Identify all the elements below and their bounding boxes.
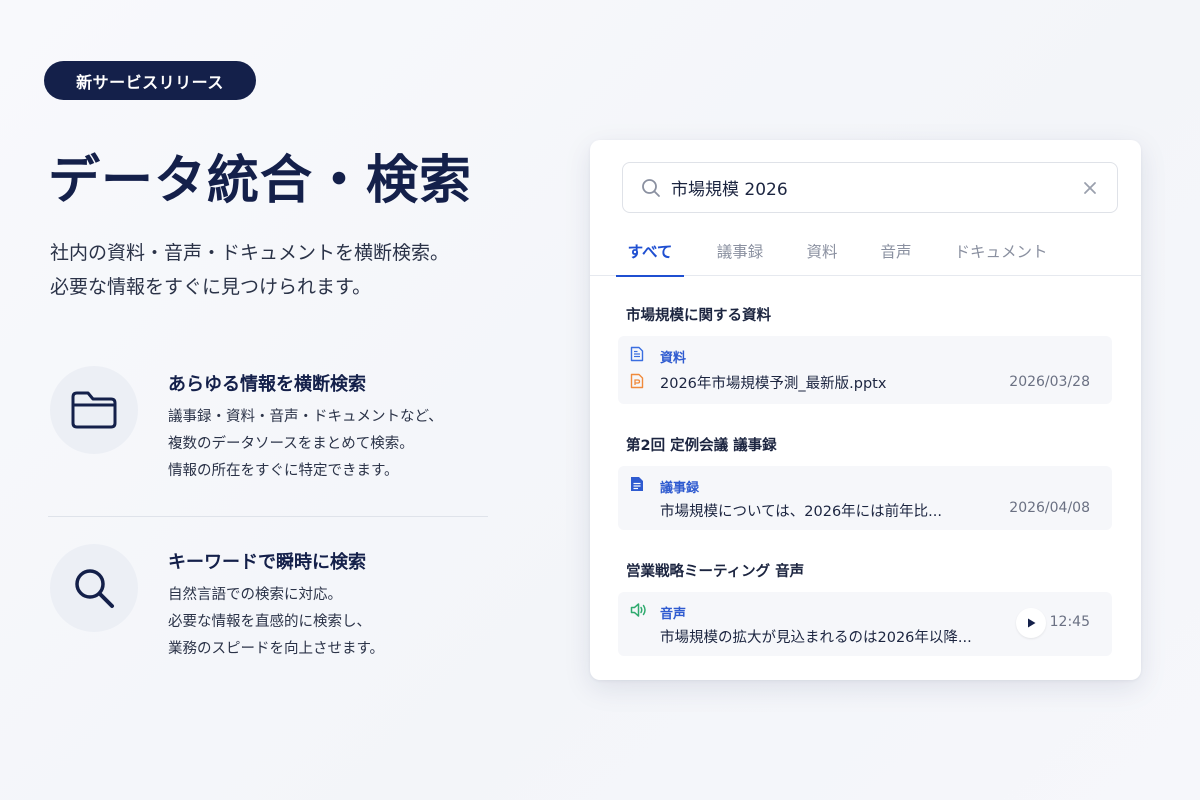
- feature-description: 議事録・資料・音声・ドキュメントなど、 複数のデータソースをまとめて検索。 情報…: [168, 404, 443, 485]
- result-type-label: 音声: [660, 606, 687, 622]
- feature-cross-search: あらゆる情報を横断検索 議事録・資料・音声・ドキュメントなど、 複数のデータソー…: [48, 366, 488, 486]
- result-file-name: 2026年市場規模予測_最新版.pptx: [660, 376, 887, 392]
- result-card-audio[interactable]: 音声 市場規模の拡大が見込まれるのは2026年以降... 12:45: [618, 592, 1112, 656]
- feature-description-line: 自然言語での検索に対応。: [168, 587, 342, 603]
- result-card-minutes[interactable]: 議事録 市場規模については、2026年には前年比... 2026/04/08: [618, 466, 1112, 530]
- feature-description-line: 議事録・資料・音声・ドキュメントなど、: [168, 409, 443, 425]
- feature-divider: [48, 516, 488, 517]
- feature-title: キーワードで瞬時に検索: [168, 552, 366, 573]
- hero-subtitle-line: 社内の資料・音声・ドキュメントを横断検索。: [50, 242, 450, 264]
- speaker-icon: [630, 602, 648, 622]
- search-panel: すべて 議事録 資料 音声 ドキュメント 市場規模に関する資料 資料: [590, 140, 1141, 680]
- play-button[interactable]: [1016, 608, 1046, 638]
- result-snippet: 市場規模については、2026年には前年比...: [660, 504, 943, 520]
- search-input[interactable]: [671, 177, 1061, 197]
- tab-minutes[interactable]: 議事録: [710, 226, 770, 276]
- pptx-file-icon: [630, 373, 644, 393]
- feature-description-line: 情報の所在をすぐに特定できます。: [168, 463, 399, 479]
- feature-keyword-search: キーワードで瞬時に検索 自然言語での検索に対応。 必要な情報を直感的に検索し、 …: [48, 544, 488, 664]
- result-type-label: 議事録: [660, 480, 700, 496]
- feature-title: あらゆる情報を横断検索: [168, 374, 366, 395]
- tab-all[interactable]: すべて: [616, 226, 684, 277]
- tab-audio[interactable]: 音声: [872, 226, 920, 276]
- folder-icon: [50, 366, 138, 454]
- tab-materials[interactable]: 資料: [798, 226, 846, 276]
- tab-documents[interactable]: ドキュメント: [948, 226, 1054, 276]
- result-group-title: 第2回 定例会議 議事録: [626, 438, 777, 454]
- audio-duration: 12:45: [1049, 614, 1090, 630]
- close-icon[interactable]: [1079, 177, 1101, 199]
- result-snippet: 市場規模の拡大が見込まれるのは2026年以降...: [660, 630, 972, 646]
- filter-tabs: すべて 議事録 資料 音声 ドキュメント: [590, 226, 1141, 277]
- release-badge: 新サービスリリース: [44, 61, 256, 100]
- search-box[interactable]: [622, 162, 1118, 213]
- document-filled-icon: [630, 476, 644, 496]
- result-group-title: 市場規模に関する資料: [626, 308, 771, 324]
- hero-title: データ統合・検索: [48, 151, 473, 211]
- hero-subtitle: 社内の資料・音声・ドキュメントを横断検索。 必要な情報をすぐに見つけられます。: [50, 236, 449, 304]
- feature-description: 自然言語での検索に対応。 必要な情報を直感的に検索し、 業務のスピードを向上させ…: [168, 582, 384, 663]
- result-date: 2026/03/28: [1009, 374, 1090, 390]
- search-icon: [50, 544, 138, 632]
- result-group-title: 営業戦略ミーティング 音声: [626, 564, 805, 580]
- result-type-label: 資料: [660, 350, 687, 366]
- feature-description-line: 業務のスピードを向上させます。: [168, 641, 385, 657]
- document-outline-icon: [630, 346, 644, 366]
- result-card-material[interactable]: 資料 2026年市場規模予測_最新版.pptx 2026/03/28: [618, 336, 1112, 404]
- feature-description-line: 複数のデータソースをまとめて検索。: [168, 436, 414, 452]
- result-date: 2026/04/08: [1009, 500, 1090, 516]
- feature-description-line: 必要な情報を直感的に検索し、: [168, 614, 371, 630]
- search-icon: [641, 178, 661, 202]
- hero-subtitle-line: 必要な情報をすぐに見つけられます。: [50, 276, 372, 298]
- play-icon: [1028, 618, 1036, 628]
